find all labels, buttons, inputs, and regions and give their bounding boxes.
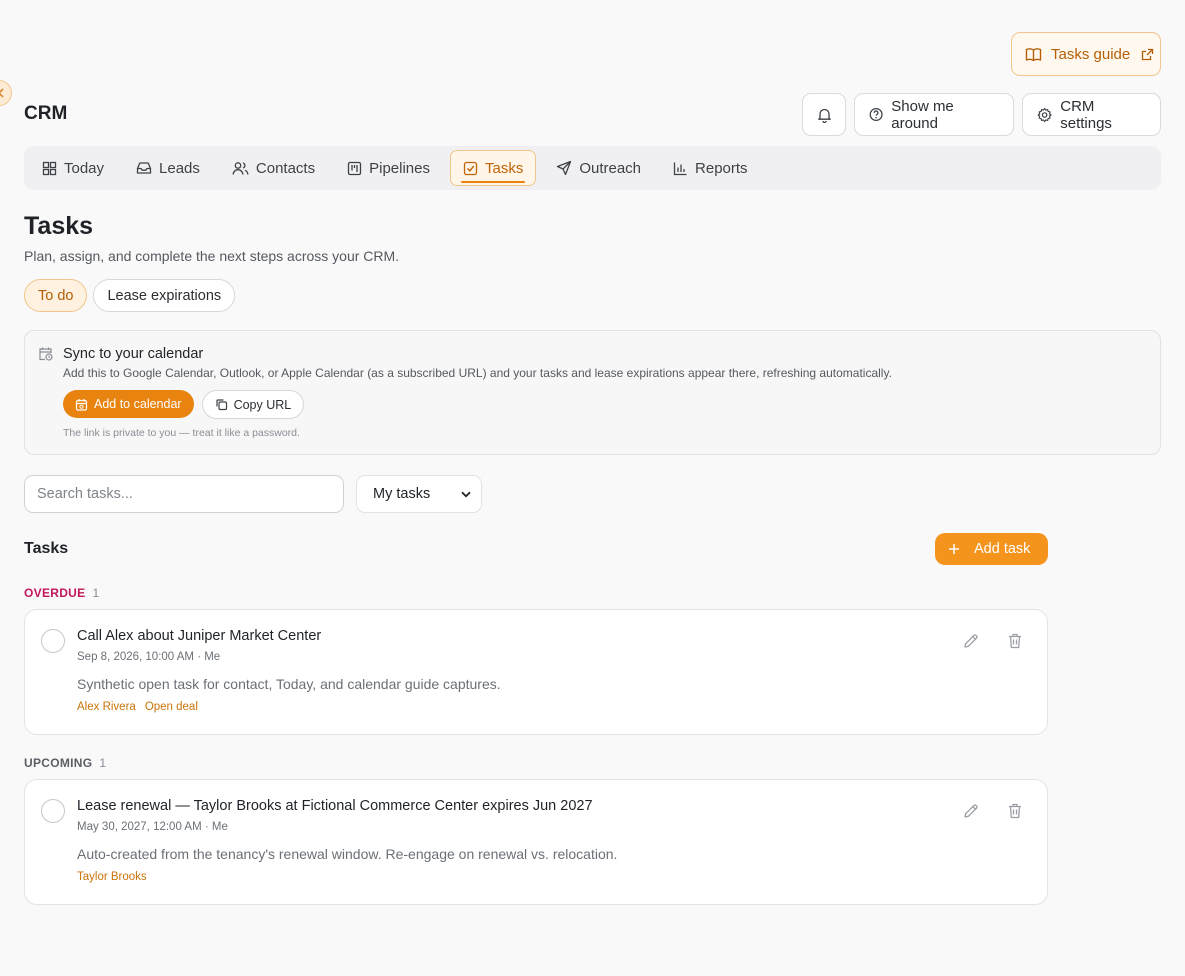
tab-contacts-label: Contacts [255, 159, 316, 177]
task-card: Call Alex about Juniper Market Center Se… [24, 609, 1048, 735]
task-contact-link[interactable]: Alex Rivera [77, 701, 136, 713]
add-task-label: Add task [974, 541, 1031, 557]
task-complete-checkbox[interactable] [41, 629, 65, 653]
task-description: Auto-created from the tenancy's renewal … [77, 846, 618, 862]
calendar-sync-card: Sync to your calendar Add this to Google… [24, 330, 1161, 455]
tasks-guide-button[interactable]: Tasks guide [1011, 32, 1161, 76]
chevron-down-icon [461, 491, 471, 497]
group-overdue-count: 1 [92, 586, 100, 600]
bell-icon [817, 108, 831, 123]
notifications-button[interactable] [802, 93, 846, 136]
search-tasks-input[interactable] [24, 475, 344, 513]
trash-icon[interactable] [1007, 802, 1023, 820]
tab-outreach-label: Outreach [579, 159, 642, 177]
tab-outreach[interactable]: Outreach [544, 150, 653, 186]
task-title[interactable]: Lease renewal — Taylor Brooks at Fiction… [77, 798, 593, 814]
group-upcoming-label: UPCOMING [24, 756, 93, 770]
grid-icon [42, 161, 57, 175]
header-actions: Show me around CRM settings [802, 93, 1161, 136]
kanban-icon [347, 161, 362, 175]
show-me-around-label: Show me around [891, 97, 954, 132]
task-meta: May 30, 2027, 12:00 AM · Me [77, 821, 228, 833]
task-meta: Sep 8, 2026, 10:00 AM · Me [77, 651, 221, 663]
crm-settings-button[interactable]: CRM settings [1022, 93, 1161, 136]
copy-url-label: Copy URL [233, 397, 292, 412]
copy-url-button[interactable]: Copy URL [201, 390, 305, 419]
bar-chart-icon [673, 162, 687, 175]
copy-icon [215, 399, 227, 411]
tasks-section-title: Tasks [24, 540, 69, 557]
task-scope-select[interactable]: My tasks [356, 475, 482, 513]
add-task-button[interactable]: Add task [935, 533, 1048, 565]
tab-pipelines-label: Pipelines [369, 159, 430, 177]
tab-tasks[interactable]: Tasks [449, 150, 537, 186]
crm-settings-label: CRM settings [1060, 97, 1112, 132]
add-to-calendar-label: Add to calendar [94, 397, 182, 411]
tab-reports-label: Reports [695, 159, 748, 177]
pencil-icon[interactable] [962, 632, 980, 650]
pencil-icon[interactable] [962, 802, 980, 820]
task-description: Synthetic open task for contact, Today, … [77, 676, 501, 692]
tab-contacts[interactable]: Contacts [220, 150, 327, 186]
page-subtitle: Plan, assign, and complete the next step… [24, 248, 400, 264]
task-links: Alex Rivera Open deal [77, 701, 198, 713]
chevron-left-icon [0, 88, 4, 98]
task-deal-link[interactable]: Open deal [145, 701, 198, 713]
task-title[interactable]: Call Alex about Juniper Market Center [77, 628, 321, 644]
inbox-icon [136, 162, 152, 174]
check-square-icon [463, 161, 478, 175]
task-links: Taylor Brooks [77, 871, 147, 883]
tab-today-label: Today [64, 159, 105, 177]
sync-actions: Add to calendar Copy URL [63, 390, 305, 419]
calendar-clock-icon [39, 347, 53, 361]
group-upcoming-count: 1 [99, 756, 107, 770]
page-title: Tasks [24, 212, 94, 240]
external-link-icon [1142, 48, 1154, 60]
tab-to-do[interactable]: To do [24, 279, 88, 312]
tasks-guide-label: Tasks guide [1051, 45, 1131, 63]
tab-reports[interactable]: Reports [661, 150, 760, 186]
tab-pipelines[interactable]: Pipelines [335, 150, 442, 186]
tab-lease-expirations[interactable]: Lease expirations [93, 279, 236, 312]
tab-leads-label: Leads [159, 159, 200, 177]
add-to-calendar-button[interactable]: Add to calendar [63, 390, 194, 418]
group-overdue-heading: OVERDUE 1 [24, 586, 99, 600]
app-title: CRM [24, 103, 68, 124]
trash-icon[interactable] [1007, 632, 1023, 650]
group-upcoming-heading: UPCOMING 1 [24, 756, 106, 770]
task-scope-value: My tasks [373, 486, 431, 502]
tab-tasks-label: Tasks [484, 159, 524, 177]
task-complete-checkbox[interactable] [41, 799, 65, 823]
show-me-around-button[interactable]: Show me around [854, 93, 1014, 136]
send-icon [557, 160, 572, 176]
task-view-tabs: To do Lease expirations [24, 279, 236, 312]
crm-nav-tabs: Today Leads Contacts Pipelines Tasks Out… [24, 146, 1161, 190]
sync-title: Sync to your calendar [63, 346, 204, 362]
tab-leads[interactable]: Leads [124, 150, 212, 186]
help-circle-icon [869, 107, 883, 122]
tab-today[interactable]: Today [30, 150, 116, 186]
book-icon [1025, 47, 1042, 61]
task-contact-link[interactable]: Taylor Brooks [77, 871, 147, 883]
task-card: Lease renewal — Taylor Brooks at Fiction… [24, 779, 1048, 905]
gear-icon [1037, 107, 1052, 122]
calendar-plus-icon [75, 398, 88, 411]
sidebar-collapse-toggle[interactable] [0, 80, 12, 106]
plus-icon [949, 544, 959, 554]
sync-description: Add this to Google Calendar, Outlook, or… [63, 366, 892, 380]
group-overdue-label: OVERDUE [24, 586, 86, 600]
users-icon [232, 161, 249, 175]
sync-privacy-note: The link is private to you — treat it li… [63, 427, 300, 439]
